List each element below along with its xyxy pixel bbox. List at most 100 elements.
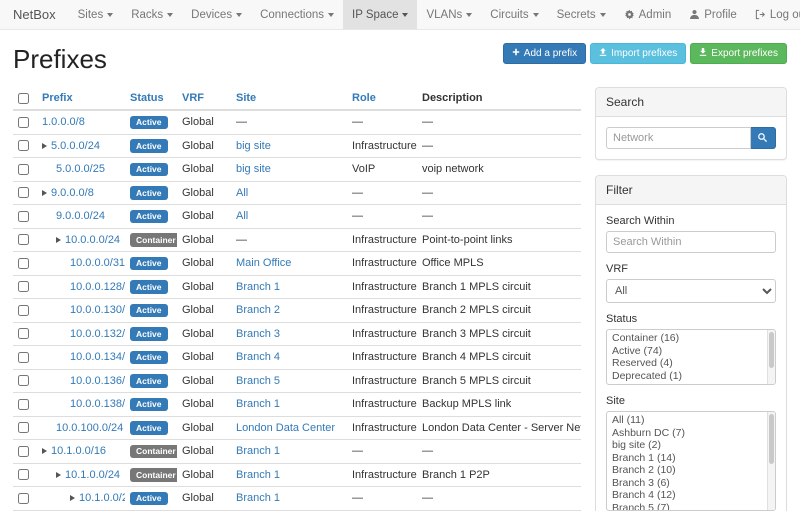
site-link[interactable]: All — [236, 187, 248, 199]
site-link[interactable]: Branch 1 — [236, 281, 280, 293]
row-checkbox[interactable] — [18, 469, 29, 480]
select-all-checkbox[interactable] — [18, 93, 29, 104]
export-prefixes-button[interactable]: Export prefixes — [690, 43, 787, 64]
row-checkbox[interactable] — [18, 446, 29, 457]
row-checkbox[interactable] — [18, 258, 29, 269]
prefix-link[interactable]: 10.0.100.0/24 — [56, 422, 123, 434]
filter-option[interactable]: Reserved (4) — [607, 357, 775, 370]
nav-item-circuits[interactable]: Circuits — [481, 0, 547, 29]
row-checkbox[interactable] — [18, 187, 29, 198]
role-cell: Infrastructure — [347, 416, 417, 440]
filter-option[interactable]: Container (16) — [607, 332, 775, 345]
column-header-prefix[interactable]: Prefix — [42, 92, 73, 104]
search-button[interactable] — [751, 127, 776, 149]
row-checkbox[interactable] — [18, 352, 29, 363]
site-link[interactable]: London Data Center — [236, 422, 335, 434]
import-prefixes-button[interactable]: Import prefixes — [590, 43, 686, 64]
search-input[interactable] — [606, 127, 751, 149]
site-link[interactable]: Branch 4 — [236, 351, 280, 363]
nav-item-devices[interactable]: Devices — [182, 0, 251, 29]
chevron-down-icon — [533, 13, 539, 17]
status-multiselect[interactable]: Container (16)Active (74)Reserved (4)Dep… — [606, 329, 776, 385]
site-link[interactable]: Branch 1 — [236, 445, 280, 457]
scrollbar[interactable] — [767, 330, 775, 384]
row-checkbox[interactable] — [18, 305, 29, 316]
scrollbar[interactable] — [767, 412, 775, 510]
prefix-link[interactable]: 1.0.0.0/8 — [42, 116, 85, 128]
filter-option[interactable]: Ashburn DC (7) — [607, 427, 775, 440]
site-link[interactable]: big site — [236, 140, 271, 152]
site-link[interactable]: Main Office — [236, 257, 291, 269]
site-link[interactable]: All — [236, 210, 248, 222]
row-checkbox[interactable] — [18, 422, 29, 433]
row-checkbox[interactable] — [18, 399, 29, 410]
filter-option[interactable]: All (11) — [607, 414, 775, 427]
admin-link[interactable]: Admin — [615, 0, 681, 29]
site-link[interactable]: Branch 1 — [236, 469, 280, 481]
nav-item-label: Secrets — [557, 9, 596, 21]
row-checkbox[interactable] — [18, 234, 29, 245]
nav-item-vlans[interactable]: VLANs — [417, 0, 481, 29]
prefix-link[interactable]: 10.1.0.0/16 — [51, 445, 106, 457]
prefix-link[interactable]: 10.1.0.0/24 — [65, 469, 120, 481]
filter-option[interactable]: Branch 2 (10) — [607, 464, 775, 477]
nav-item-secrets[interactable]: Secrets — [548, 0, 615, 29]
site-link[interactable]: big site — [236, 163, 271, 175]
add-prefix-button[interactable]: Add a prefix — [503, 43, 586, 64]
column-header-site[interactable]: Site — [236, 92, 256, 104]
row-checkbox[interactable] — [18, 211, 29, 222]
prefix-link[interactable]: 10.1.0.0/25 — [79, 492, 125, 504]
filter-option[interactable]: big site (2) — [607, 439, 775, 452]
status-badge: Active — [130, 280, 168, 294]
prefix-link[interactable]: 5.0.0.0/25 — [56, 163, 105, 175]
prefix-link[interactable]: 10.0.0.128/31 — [70, 281, 125, 293]
site-link[interactable]: Branch 1 — [236, 492, 280, 504]
filter-option[interactable]: Branch 5 (7) — [607, 502, 775, 511]
expand-caret-icon — [42, 143, 47, 149]
filter-option[interactable]: Branch 1 (14) — [607, 452, 775, 465]
filter-option[interactable]: Active (74) — [607, 345, 775, 358]
row-checkbox[interactable] — [18, 375, 29, 386]
profile-link[interactable]: Profile — [680, 0, 746, 29]
row-checkbox[interactable] — [18, 328, 29, 339]
row-checkbox[interactable] — [18, 281, 29, 292]
row-checkbox[interactable] — [18, 164, 29, 175]
column-header-role[interactable]: Role — [352, 92, 376, 104]
prefix-link[interactable]: 10.0.0.134/31 — [70, 351, 125, 363]
filter-option[interactable]: Branch 3 (6) — [607, 477, 775, 490]
prefix-link[interactable]: 10.0.0.136/31 — [70, 375, 125, 387]
prefix-link[interactable]: 10.0.0.138/31 — [70, 398, 125, 410]
prefix-link[interactable]: 10.0.0.132/31 — [70, 328, 125, 340]
row-checkbox[interactable] — [18, 140, 29, 151]
site-cell: big site — [231, 158, 347, 182]
site-link[interactable]: Branch 2 — [236, 304, 280, 316]
site-link[interactable]: Branch 1 — [236, 398, 280, 410]
column-header-vrf[interactable]: VRF — [182, 92, 204, 104]
site-link[interactable]: Branch 5 — [236, 375, 280, 387]
prefix-link[interactable]: 9.0.0.0/24 — [56, 210, 105, 222]
logout-link[interactable]: Log out — [746, 0, 800, 29]
brand-logo[interactable]: NetBox — [0, 0, 69, 29]
filter-option[interactable]: Branch 4 (12) — [607, 489, 775, 502]
column-header-status[interactable]: Status — [130, 92, 164, 104]
nav-item-sites[interactable]: Sites — [69, 0, 123, 29]
nav-item-racks[interactable]: Racks — [122, 0, 182, 29]
site-multiselect[interactable]: All (11)Ashburn DC (7)big site (2)Branch… — [606, 411, 776, 511]
nav-item-ip-space[interactable]: IP Space — [343, 0, 417, 29]
description-cell: Branch 4 MPLS circuit — [417, 346, 581, 370]
prefix-link[interactable]: 10.0.0.0/24 — [65, 234, 120, 246]
nav-item-connections[interactable]: Connections — [251, 0, 343, 29]
vrf-select[interactable]: All — [606, 279, 776, 303]
search-within-input[interactable] — [606, 231, 776, 253]
prefix-link[interactable]: 10.0.0.130/31 — [70, 304, 125, 316]
filter-option[interactable]: Deprecated (1) — [607, 370, 775, 383]
prefix-link[interactable]: 5.0.0.0/24 — [51, 140, 100, 152]
site-link[interactable]: Branch 3 — [236, 328, 280, 340]
table-row: 9.0.0.0/24ActiveGlobalAll—— — [13, 205, 581, 229]
add-prefix-label: Add a prefix — [524, 48, 577, 59]
role-cell: Infrastructure — [347, 134, 417, 158]
prefix-link[interactable]: 10.0.0.0/31 — [70, 257, 125, 269]
prefix-link[interactable]: 9.0.0.0/8 — [51, 187, 94, 199]
row-checkbox[interactable] — [18, 493, 29, 504]
row-checkbox[interactable] — [18, 117, 29, 128]
